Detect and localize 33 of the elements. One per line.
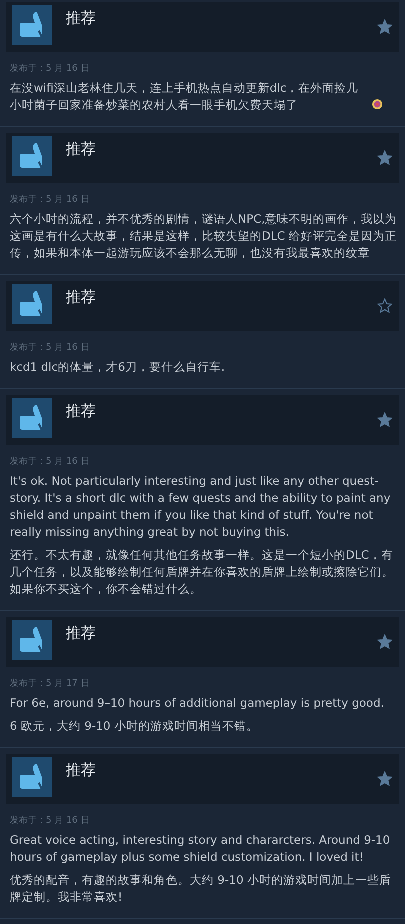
post-date: 发布于：5 月 16 日 bbox=[10, 194, 91, 206]
thumbs-up-icon bbox=[12, 620, 52, 660]
star-icon[interactable] bbox=[377, 19, 393, 35]
thumbs-up-icon bbox=[12, 136, 52, 176]
review-verdict: 推荐 bbox=[66, 761, 97, 780]
review-text: 六个小时的流程，并不优秀的剧情，谜语人NPC,意味不明的画作，我以为这画是有什么大故事，结果是这样，比较失望的DLC 给好评完全是因为正传，如果和本体一起游玩应该不会那么无聊，也没有我最喜欢的纹章 bbox=[10, 212, 398, 260]
post-date: 发布于：5 月 16 日 bbox=[10, 814, 91, 827]
thumbs-up-icon bbox=[12, 398, 52, 438]
star-icon[interactable] bbox=[377, 150, 393, 166]
thumbs-up-icon bbox=[12, 757, 52, 797]
review-text: Great voice acting, interesting story and chararcters. Around 9-10 hours of gameplay plus some shield customization. I loved it! bbox=[10, 833, 390, 864]
review-text: 还行。不太有趣，就像任何其他任务故事一样。这是一个短小的DLC，有几个任务，以及能够绘制任何盾牌并在你喜欢的盾牌上绘制或擦除它们。如果你不买这个，你不会错过什么。 bbox=[10, 548, 394, 596]
review-verdict: 推荐 bbox=[66, 9, 97, 28]
review-text: 优秀的配音，有趣的故事和角色。大约 9-10 小时的游戏时间加上一些盾牌定制。我非常喜欢! bbox=[10, 873, 392, 904]
review-text: It's ok. Not particularly interesting and just like any other quest-story. It's a short dlc with a few quests and the ability to paint any shield and unpaint them if you like that kind of stuff. You're not really missing anything great by not buying this. bbox=[10, 474, 391, 539]
review-text: 在没wifi深山老林住几天，连上手机热点自动更新dlc，在外面捡几小时菌子回家准备炒菜的农村人看一眼手机欠费天塌了 bbox=[10, 80, 360, 114]
thumbs-up-icon bbox=[12, 284, 52, 324]
star-icon[interactable] bbox=[377, 412, 393, 428]
star-icon[interactable] bbox=[377, 298, 393, 314]
thumbs-up-icon bbox=[12, 5, 52, 45]
review-text: For 6e, around 9–10 hours of additional gameplay is pretty good. bbox=[10, 696, 384, 710]
review-text: kcd1 dlc的体量，才6刀，要什么自行车. bbox=[10, 360, 226, 374]
review-verdict: 推荐 bbox=[66, 288, 97, 307]
post-date: 发布于：5 月 16 日 bbox=[10, 62, 91, 75]
post-date: 发布于：5 月 17 日 bbox=[10, 678, 91, 690]
review-text: 6 欧元，大约 9-10 小时的游戏时间相当不错。 bbox=[10, 719, 258, 733]
review-verdict: 推荐 bbox=[66, 402, 97, 421]
star-icon[interactable] bbox=[377, 634, 393, 650]
review-verdict: 推荐 bbox=[66, 624, 97, 643]
post-date: 发布于：5 月 16 日 bbox=[10, 456, 91, 468]
star-icon[interactable] bbox=[377, 771, 393, 787]
post-date: 发布于：5 月 16 日 bbox=[10, 342, 91, 354]
review-verdict: 推荐 bbox=[66, 140, 97, 159]
